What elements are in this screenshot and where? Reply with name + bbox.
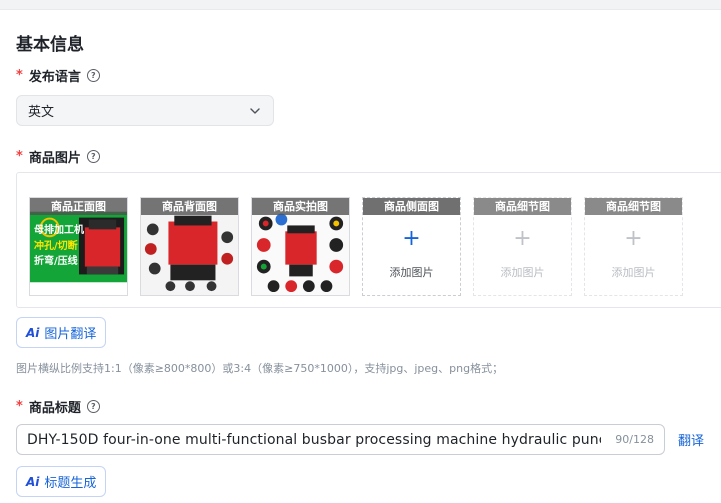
required-mark: * [16, 68, 23, 83]
language-label-row: * 发布语言 ? [16, 66, 100, 85]
section-title: 基本信息 [16, 35, 84, 55]
title-generate-button[interactable]: Ai 标题生成 [16, 466, 107, 497]
image-slot-tag: 商品细节图 [585, 198, 682, 215]
title-label: 商品标题 [28, 401, 81, 416]
plus-icon: + [402, 226, 421, 251]
front-image-caption-2: 冲孔/切断 [34, 241, 78, 252]
add-image-text: 添加图片 [611, 266, 656, 279]
question-circle-icon[interactable]: ? [86, 150, 100, 163]
image-translate-button[interactable]: Ai 图片翻译 [16, 317, 107, 348]
plus-icon: + [513, 226, 532, 251]
required-mark: * [16, 149, 23, 164]
title-char-counter: 90/128 [615, 433, 654, 446]
title-label-row: * 商品标题 ? [16, 397, 100, 416]
image-upload-panel: 商品正面图 母排加工机 冲孔/切断 折弯/压线 商品背面图 商品实拍图 商品侧面… [16, 172, 721, 308]
image-slot-back[interactable]: 商品背面图 [140, 197, 239, 296]
required-mark: * [16, 399, 23, 414]
language-select-value: 英文 [28, 105, 55, 120]
add-image-text: 添加图片 [389, 266, 434, 279]
language-label: 发布语言 [28, 70, 81, 85]
image-format-hint: 图片横纵比例支持1:1（像素≥800*800）或3:4（像素≥750*1000）… [16, 362, 504, 375]
front-image-caption-3: 折弯/压线 [34, 256, 78, 267]
image-slot-tag: 商品侧面图 [363, 198, 460, 215]
ai-icon: Ai [26, 474, 40, 489]
language-select[interactable]: 英文 [16, 95, 274, 126]
image-translate-label: 图片翻译 [44, 327, 97, 342]
images-label: 商品图片 [28, 151, 81, 166]
product-title-input[interactable]: DHY-150D four-in-one multi-functional bu… [16, 424, 665, 455]
product-title-value: DHY-150D four-in-one multi-functional bu… [27, 431, 601, 448]
images-label-row: * 商品图片 ? [16, 147, 100, 166]
image-slot-tag: 商品背面图 [141, 198, 238, 215]
front-image-caption-1: 母排加工机 [34, 225, 84, 236]
chevron-down-icon [250, 107, 260, 114]
title-generate-label: 标题生成 [44, 476, 97, 491]
title-translate-link[interactable]: 翻译 [678, 430, 704, 449]
image-slot-side[interactable]: 商品侧面图 + 添加图片 [362, 197, 461, 296]
plus-icon: + [624, 226, 643, 251]
question-circle-icon[interactable]: ? [86, 400, 100, 413]
add-image-text: 添加图片 [500, 266, 545, 279]
basic-info-card: 基本信息 * 发布语言 ? 英文 * 商品图片 ? 商品正面图 母排加工机 冲孔… [0, 9, 721, 503]
image-slot-tag: 商品正面图 [30, 198, 127, 215]
image-slot-tag: 商品实拍图 [252, 198, 349, 215]
image-slot-detail-1[interactable]: 商品细节图 + 添加图片 [473, 197, 572, 296]
ai-icon: Ai [26, 325, 40, 340]
image-slot-real[interactable]: 商品实拍图 [251, 197, 350, 296]
question-circle-icon[interactable]: ? [86, 69, 100, 82]
image-slot-tag: 商品细节图 [474, 198, 571, 215]
image-slot-front[interactable]: 商品正面图 母排加工机 冲孔/切断 折弯/压线 [29, 197, 128, 296]
image-slot-detail-2[interactable]: 商品细节图 + 添加图片 [584, 197, 683, 296]
